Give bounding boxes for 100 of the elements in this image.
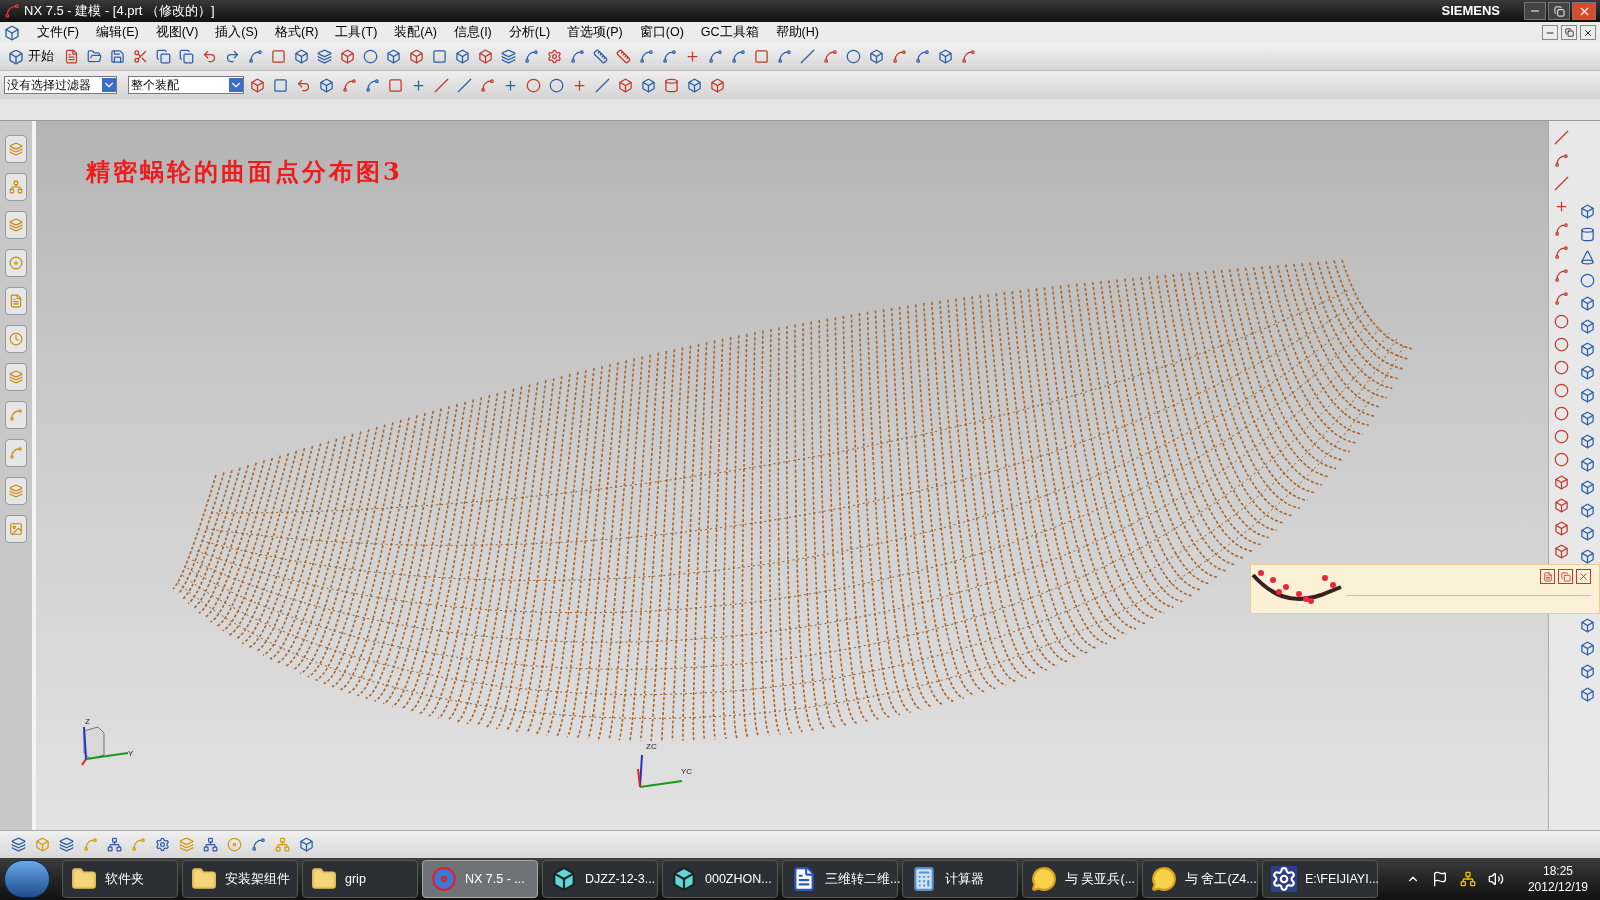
toolbar-icon[interactable] bbox=[58, 837, 74, 852]
menu-item[interactable]: 文件(F) bbox=[29, 23, 87, 42]
toolbar-icon[interactable] bbox=[753, 49, 769, 64]
toolbar-icon[interactable] bbox=[1554, 474, 1570, 490]
taskbar-button[interactable]: 计算器 bbox=[902, 860, 1018, 898]
menu-item[interactable]: 窗口(O) bbox=[631, 23, 692, 42]
menu-item[interactable]: 信息(I) bbox=[446, 23, 500, 42]
toolbar-icon[interactable] bbox=[1579, 295, 1595, 311]
toolbar-icon[interactable] bbox=[615, 49, 631, 64]
toolbar-icon[interactable] bbox=[1554, 290, 1570, 306]
doc-close-button[interactable] bbox=[1580, 25, 1596, 40]
toolbar-icon[interactable] bbox=[1579, 387, 1595, 403]
toolbar-icon[interactable] bbox=[1579, 525, 1595, 541]
toolbar-icon[interactable] bbox=[454, 49, 470, 64]
toolbar-icon[interactable] bbox=[799, 49, 815, 64]
taskbar-button[interactable]: E:\FEIJIAYI... bbox=[1262, 860, 1378, 898]
start-button[interactable] bbox=[4, 860, 50, 898]
menu-item[interactable]: 分析(L) bbox=[500, 23, 559, 42]
toolbar-icon[interactable] bbox=[1579, 548, 1595, 564]
toolbar-icon[interactable] bbox=[1579, 226, 1595, 242]
toolbar-icon[interactable] bbox=[431, 49, 447, 64]
toolbar-icon[interactable] bbox=[1554, 267, 1570, 283]
popup-close-button[interactable] bbox=[1576, 569, 1591, 584]
menu-item[interactable]: 插入(S) bbox=[207, 23, 266, 42]
toolbar-icon[interactable] bbox=[1554, 129, 1570, 145]
toolbar-icon[interactable] bbox=[86, 49, 102, 64]
toolbar-icon[interactable] bbox=[155, 49, 171, 64]
toolbar-icon[interactable] bbox=[571, 77, 587, 93]
toolbar-icon[interactable] bbox=[1554, 221, 1570, 237]
toolbar-icon[interactable] bbox=[546, 49, 562, 64]
toolbar-icon[interactable] bbox=[341, 77, 357, 93]
toolbar-icon[interactable] bbox=[408, 49, 424, 64]
start-button[interactable]: 开始 bbox=[4, 47, 58, 66]
toolbar-icon[interactable] bbox=[1554, 152, 1570, 168]
toolbar-icon[interactable] bbox=[201, 49, 217, 64]
toolbar-icon[interactable] bbox=[318, 77, 334, 93]
toolbar-icon[interactable] bbox=[684, 49, 700, 64]
toolbar-icon[interactable] bbox=[548, 77, 564, 93]
toolbar-icon[interactable] bbox=[250, 837, 266, 852]
toolbar-icon[interactable] bbox=[1579, 686, 1595, 702]
toolbar-icon[interactable] bbox=[387, 77, 403, 93]
toolbar-icon[interactable] bbox=[1554, 497, 1570, 513]
toolbar-icon[interactable] bbox=[663, 77, 679, 93]
toolbar-icon[interactable] bbox=[479, 77, 495, 93]
menu-item[interactable]: 视图(V) bbox=[147, 23, 207, 42]
toolbar-icon[interactable] bbox=[502, 77, 518, 93]
toolbar-icon[interactable] bbox=[1554, 451, 1570, 467]
toolbar-icon[interactable] bbox=[295, 77, 311, 93]
toolbar-icon[interactable] bbox=[500, 49, 516, 64]
toolbar-icon[interactable] bbox=[707, 49, 723, 64]
toolbar-icon[interactable] bbox=[1554, 175, 1570, 191]
popup-copy-button[interactable] bbox=[1558, 569, 1573, 584]
network-icon[interactable] bbox=[1459, 871, 1476, 887]
toolbar-icon[interactable] bbox=[1579, 364, 1595, 380]
toolbar-icon[interactable] bbox=[339, 49, 355, 64]
toolbar-icon[interactable] bbox=[594, 77, 610, 93]
toolbar-icon[interactable] bbox=[709, 77, 725, 93]
popup-option-button[interactable] bbox=[1540, 569, 1555, 584]
toolbar-icon[interactable] bbox=[1579, 502, 1595, 518]
toolbar-icon[interactable] bbox=[106, 837, 122, 852]
toolbar-icon[interactable] bbox=[385, 49, 401, 64]
toolbar-icon[interactable] bbox=[298, 837, 314, 852]
menu-item[interactable]: 首选项(P) bbox=[559, 23, 631, 42]
toolbar-icon[interactable] bbox=[1554, 428, 1570, 444]
toolbar-icon[interactable] bbox=[1579, 433, 1595, 449]
toolbar-icon[interactable] bbox=[109, 49, 125, 64]
taskbar-button[interactable]: 000ZHON... bbox=[662, 860, 778, 898]
menu-item[interactable]: 编辑(E) bbox=[87, 23, 147, 42]
clock[interactable]: 18:25 2012/12/19 bbox=[1515, 863, 1600, 895]
toolbar-icon[interactable] bbox=[1579, 617, 1595, 633]
scope-dropdown[interactable]: 整个装配 bbox=[128, 76, 244, 94]
taskbar-button[interactable]: DJZZ-12-3... bbox=[542, 860, 658, 898]
menu-item[interactable]: 装配(A) bbox=[386, 23, 445, 42]
toolbar-icon[interactable] bbox=[1579, 318, 1595, 334]
toolbar-icon[interactable] bbox=[868, 49, 884, 64]
toolbar-icon[interactable] bbox=[730, 49, 746, 64]
toolbar-icon[interactable] bbox=[686, 77, 702, 93]
toolbar-icon[interactable] bbox=[1554, 382, 1570, 398]
toolbar-icon[interactable] bbox=[638, 49, 654, 64]
doc-minimize-button[interactable] bbox=[1542, 25, 1558, 40]
toolbar-icon[interactable] bbox=[523, 49, 539, 64]
toolbar-icon[interactable] bbox=[776, 49, 792, 64]
toolbar-icon[interactable] bbox=[1554, 198, 1570, 214]
toolbar-icon[interactable] bbox=[1554, 313, 1570, 329]
toolbar-icon[interactable] bbox=[1579, 341, 1595, 357]
toolbar-icon[interactable] bbox=[293, 49, 309, 64]
toolbar-icon[interactable] bbox=[891, 49, 907, 64]
toolbar-icon[interactable] bbox=[1579, 203, 1595, 219]
toolbar-icon[interactable] bbox=[10, 837, 26, 852]
toolbar-icon[interactable] bbox=[63, 49, 79, 64]
taskbar-button[interactable]: 三维转二维... bbox=[782, 860, 898, 898]
toolbar-icon[interactable] bbox=[272, 77, 288, 93]
toolbar-icon[interactable] bbox=[477, 49, 493, 64]
toolbar-icon[interactable] bbox=[178, 49, 194, 64]
close-button[interactable] bbox=[1572, 2, 1596, 20]
toolbar-icon[interactable] bbox=[592, 49, 608, 64]
toolbar-icon[interactable] bbox=[960, 49, 976, 64]
volume-icon[interactable] bbox=[1487, 871, 1504, 887]
toolbar-icon[interactable] bbox=[845, 49, 861, 64]
taskbar-button[interactable]: 与 舍工(Z4... bbox=[1142, 860, 1258, 898]
